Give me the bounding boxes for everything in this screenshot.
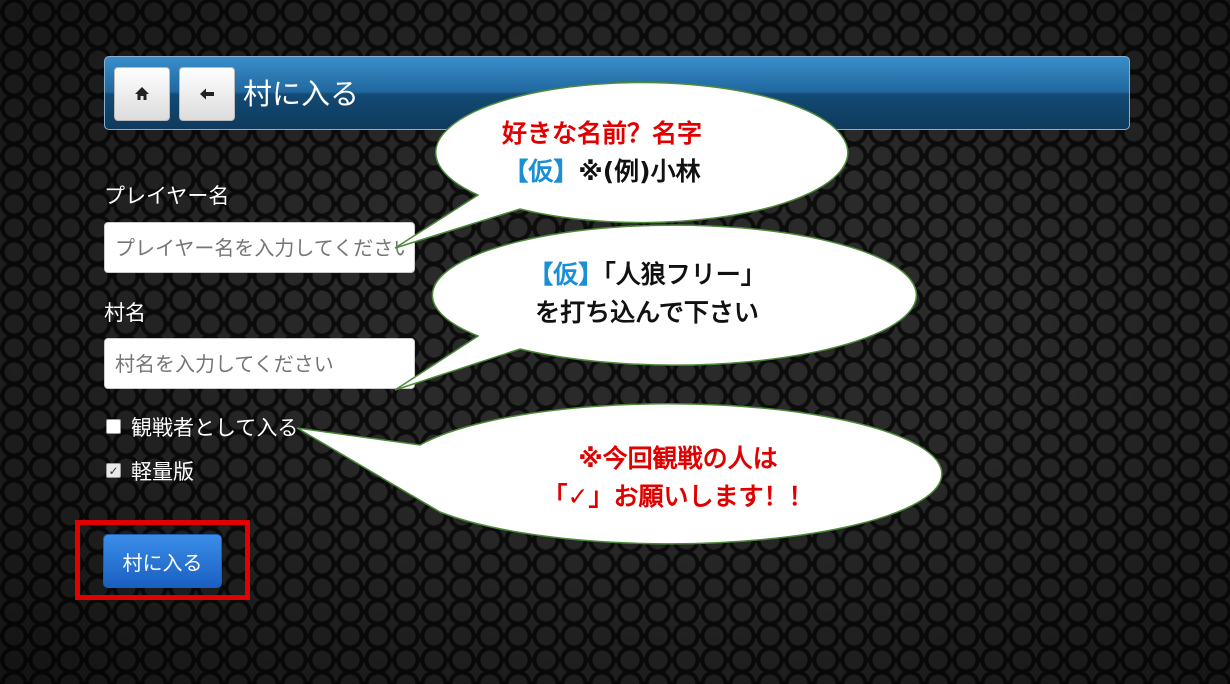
callout-bubbles: [296, 81, 943, 545]
callout-village-text: 【仮】「人狼フリー」 を打ち込んで下さい: [528, 260, 766, 327]
callout-spectator-text: ※今回観戦の人は 「✓」お願いします！！: [542, 444, 814, 511]
callout-name-text: 好きな名前？名字 【仮】※(例)小林: [501, 119, 702, 186]
